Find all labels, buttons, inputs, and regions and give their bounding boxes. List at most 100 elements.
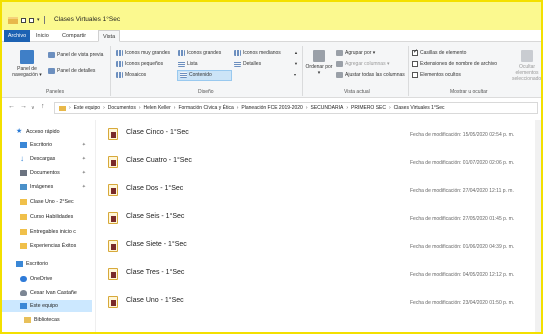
layout-large-icons[interactable]: Iconos grandes xyxy=(178,50,221,56)
sidebar-item-folder[interactable]: Entregables inicio c xyxy=(2,226,92,238)
navigation-pane-icon xyxy=(20,50,34,64)
sidebar-item-folder[interactable]: Experiencias Éxitos xyxy=(2,240,92,252)
title-bar[interactable]: ▾ Clases Virtuales 1°Sec xyxy=(2,2,541,30)
layout-expand-icon[interactable]: ▾ xyxy=(294,72,296,77)
sidebar-item-pictures[interactable]: Imágenes ✦ xyxy=(2,181,92,193)
tab-home[interactable]: Inicio xyxy=(32,30,53,42)
pin-icon[interactable]: ✦ xyxy=(82,156,86,162)
breadcrumb-item[interactable]: Este equipo xyxy=(74,105,100,111)
sidebar-item-documents[interactable]: Documentos ✦ xyxy=(2,167,92,179)
sidebar-item-desktop-root[interactable]: Escritorio xyxy=(2,258,92,270)
pin-icon[interactable]: ✦ xyxy=(82,170,86,176)
computer-icon xyxy=(20,303,27,309)
sidebar-item-this-pc[interactable]: Este equipo xyxy=(2,300,92,312)
forward-arrow-icon[interactable]: → xyxy=(20,103,27,110)
item-checkboxes-toggle[interactable]: Casillas de elemento xyxy=(412,48,466,56)
vertical-scrollbar[interactable] xyxy=(535,120,541,332)
sidebar-item-downloads[interactable]: ↓ Descargas ✦ xyxy=(2,153,92,165)
layout-extra-large-icons[interactable]: Iconos muy grandes xyxy=(116,50,170,56)
libraries-icon xyxy=(24,317,31,323)
layout-details[interactable]: Detalles xyxy=(234,61,261,67)
up-arrow-icon[interactable]: ↑ xyxy=(41,103,45,110)
sidebar-item-user[interactable]: Cesar Ivan Castañe xyxy=(2,287,92,299)
file-row[interactable]: Clase Seis - 1°Sec Fecha de modificación… xyxy=(100,208,532,230)
navigation-pane-label: Panel de navegación ▾ xyxy=(12,66,42,78)
pin-icon[interactable]: ✦ xyxy=(82,142,86,148)
breadcrumb-item[interactable]: Documentos xyxy=(108,105,136,111)
layout-label: Iconos pequeños xyxy=(125,61,164,67)
hide-selected-button[interactable]: Ocultar elementos seleccionados xyxy=(512,50,542,82)
layout-scroll-down-icon[interactable]: ▼ xyxy=(294,61,298,66)
checkbox[interactable] xyxy=(412,61,418,67)
group-by-button[interactable]: Agrupar por ▾ xyxy=(336,50,375,56)
recent-locations-chevron-icon[interactable]: ∨ xyxy=(31,105,35,111)
sidebar-item-label: Experiencias Éxitos xyxy=(30,243,77,249)
file-extensions-toggle[interactable]: Extensiones de nombre de archivo xyxy=(412,61,497,67)
layout-content[interactable]: Contenido xyxy=(180,72,212,78)
file-modified-date: Fecha de modificación: 23/04/2020 01:50 … xyxy=(410,300,515,306)
preview-pane-button[interactable]: Panel de vista previa xyxy=(48,52,103,58)
sidebar-item-desktop[interactable]: Escritorio ✦ xyxy=(2,139,92,151)
file-row[interactable]: Clase Dos - 1°Sec Fecha de modificación:… xyxy=(100,180,532,202)
file-name: Clase Uno - 1°Sec xyxy=(126,297,184,304)
sidebar-item-folder[interactable]: Clase Uno - 2°Sec xyxy=(2,196,92,208)
sidebar-item-folder[interactable]: Curso Habilidades xyxy=(2,211,92,223)
layout-list[interactable]: Lista xyxy=(178,61,198,67)
file-row[interactable]: Clase Cuatro - 1°Sec Fecha de modificaci… xyxy=(100,152,532,174)
details-pane-button[interactable]: Panel de detalles xyxy=(48,68,95,74)
tab-view[interactable]: Vista xyxy=(98,30,121,42)
sort-icon xyxy=(313,50,325,62)
sidebar-item-label: Cesar Ivan Castañe xyxy=(30,290,77,296)
checkbox[interactable] xyxy=(412,72,418,78)
presentation-file-icon xyxy=(108,156,118,168)
hide-selected-icon xyxy=(521,50,533,62)
layout-tiles[interactable]: Mosaicos xyxy=(116,72,146,78)
fit-columns-button[interactable]: Ajustar todas las columnas xyxy=(336,72,405,78)
checkbox-checked[interactable] xyxy=(412,48,418,56)
pane-divider[interactable] xyxy=(95,120,96,332)
small-icons-icon xyxy=(116,61,123,67)
chevron-down-icon[interactable]: ▾ xyxy=(37,17,40,23)
layout-medium-icons[interactable]: Iconos medianos xyxy=(234,50,281,56)
sidebar-item-label: Escritorio xyxy=(26,261,49,267)
breadcrumb-item[interactable]: Planeación FCE 2019-2020 xyxy=(241,105,302,111)
sidebar-item-label: Clase Uno - 2°Sec xyxy=(30,199,74,205)
details-pane-icon xyxy=(48,68,55,74)
layout-scroll-up-icon[interactable]: ▲ xyxy=(294,50,298,55)
file-row[interactable]: Clase Siete - 1°Sec Fecha de modificació… xyxy=(100,236,532,258)
file-row[interactable]: Clase Uno - 1°Sec Fecha de modificación:… xyxy=(100,292,532,314)
back-arrow-icon[interactable]: ← xyxy=(8,103,15,110)
navigation-pane-button[interactable]: Panel de navegación ▾ xyxy=(10,50,44,78)
breadcrumb-separator-icon: › xyxy=(69,105,71,111)
new-folder-icon[interactable] xyxy=(29,17,34,23)
properties-icon[interactable] xyxy=(21,17,26,23)
file-row[interactable]: Clase Tres - 1°Sec Fecha de modificación… xyxy=(100,264,532,286)
extra-large-icons-icon xyxy=(116,50,123,56)
breadcrumb-item[interactable]: Helen Keller xyxy=(144,105,171,111)
breadcrumb-item[interactable]: Formación Cívica y Ética xyxy=(178,105,233,111)
add-columns-button[interactable]: Agregar columnas ▾ xyxy=(336,61,389,67)
file-row[interactable]: Clase Cinco - 1°Sec Fecha de modificació… xyxy=(100,124,532,146)
hide-selected-label: Ocultar elementos seleccionados xyxy=(512,64,542,82)
sidebar-item-quick-access[interactable]: ★ Acceso rápido xyxy=(2,126,92,138)
breadcrumb-item[interactable]: SECUNDARIA xyxy=(311,105,344,111)
pin-icon[interactable]: ✦ xyxy=(82,184,86,190)
layout-small-icons[interactable]: Iconos pequeños xyxy=(116,61,163,67)
hidden-items-toggle[interactable]: Elementos ocultos xyxy=(412,72,461,78)
breadcrumb-item[interactable]: PRIMERO SEC xyxy=(351,105,386,111)
sidebar-item-libraries[interactable]: Bibliotecas xyxy=(2,314,92,326)
file-modified-date: Fecha de modificación: 04/05/2020 12:12 … xyxy=(410,272,515,278)
address-bar[interactable]: › Este equipo › Documentos › Helen Kelle… xyxy=(54,102,538,114)
breadcrumb-item[interactable]: Clases Virtuales 1°Sec xyxy=(394,105,445,111)
sidebar-item-onedrive[interactable]: OneDrive xyxy=(2,273,92,285)
breadcrumb-separator-icon: › xyxy=(346,105,348,111)
sidebar-item-label: Bibliotecas xyxy=(34,317,60,323)
sidebar-item-label: Escritorio xyxy=(30,142,53,148)
details-pane-label: Panel de detalles xyxy=(57,68,96,74)
sidebar-item-label: Este equipo xyxy=(30,303,58,309)
tab-share[interactable]: Compartir xyxy=(58,30,90,42)
sort-by-button[interactable]: Ordenar por ▾ xyxy=(304,50,334,76)
details-icon xyxy=(234,61,241,67)
layout-label: Iconos medianos xyxy=(243,50,281,56)
tab-file[interactable]: Archivo xyxy=(4,30,30,42)
